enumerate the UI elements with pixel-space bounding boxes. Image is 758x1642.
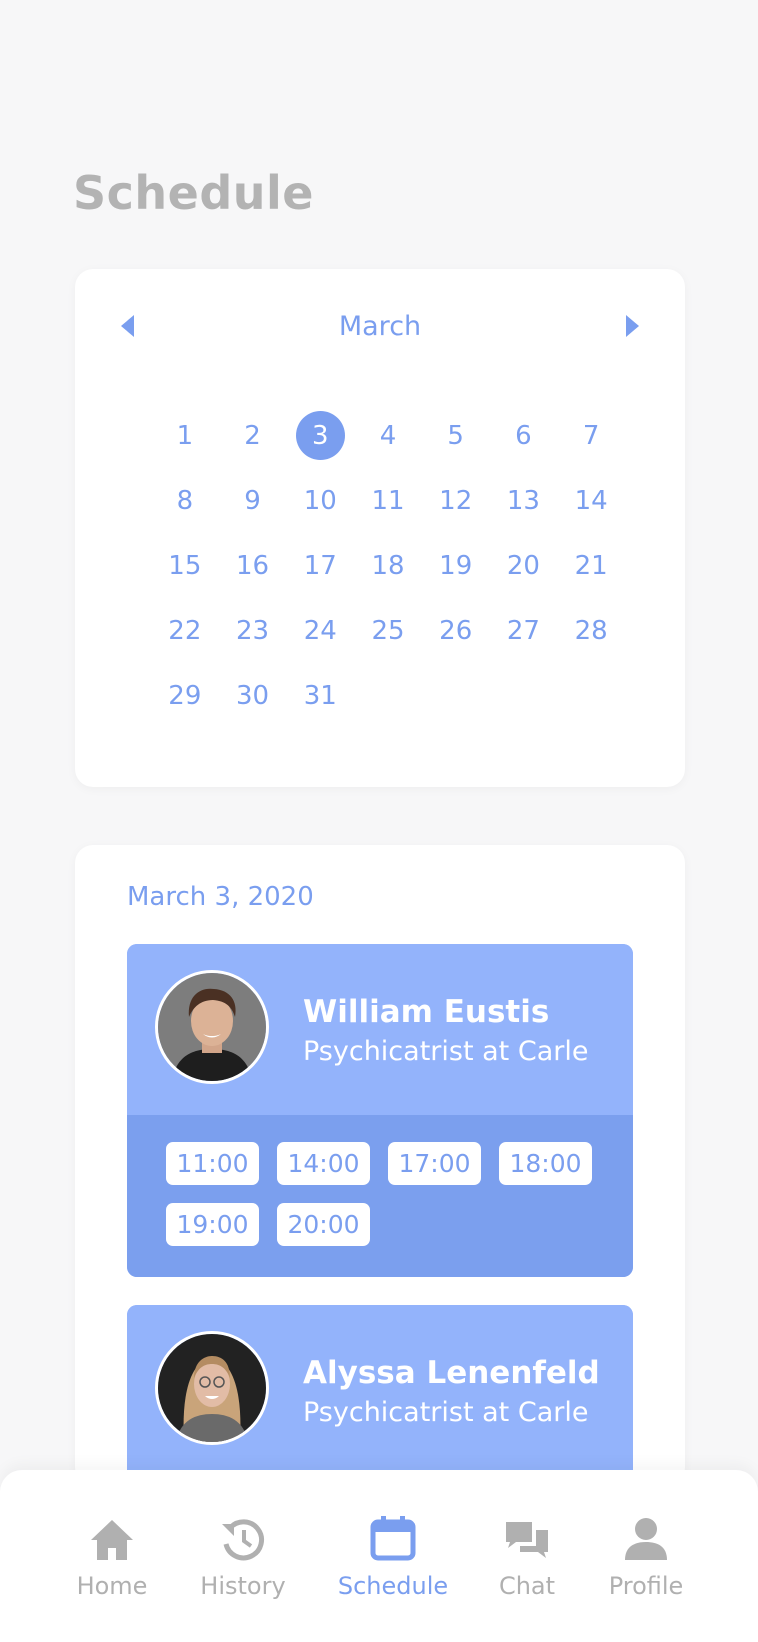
bottom-nav: Home History Schedule Chat Profile bbox=[0, 1470, 758, 1642]
calendar-day[interactable]: 6 bbox=[490, 411, 558, 460]
calendar-day-selected[interactable]: 3 bbox=[286, 411, 354, 460]
calendar-day[interactable]: 23 bbox=[219, 606, 287, 655]
nav-item-history[interactable]: History bbox=[183, 1514, 303, 1600]
time-slots: 11:00 14:00 17:00 18:00 19:00 20:00 bbox=[127, 1115, 633, 1277]
nav-label: Schedule bbox=[337, 1572, 449, 1600]
nav-item-home[interactable]: Home bbox=[52, 1514, 172, 1600]
nav-label: Chat bbox=[498, 1572, 556, 1600]
calendar-grid: 1 2 3 4 5 6 7 8 9 10 11 12 13 14 15 16 1… bbox=[151, 411, 625, 720]
nav-item-chat[interactable]: Chat bbox=[467, 1514, 587, 1600]
doctor-role: Psychicatrist at Carle bbox=[303, 1036, 589, 1067]
calendar-day[interactable]: 10 bbox=[286, 476, 354, 525]
time-slot-button[interactable]: 14:00 bbox=[277, 1142, 370, 1185]
calendar-day[interactable]: 4 bbox=[354, 411, 422, 460]
appointments-date: March 3, 2020 bbox=[127, 882, 314, 912]
appointments-card: March 3, 2020 William Eustis Psychicatri… bbox=[75, 845, 685, 1505]
calendar-day[interactable]: 24 bbox=[286, 606, 354, 655]
calendar-day[interactable]: 16 bbox=[219, 541, 287, 590]
doctor-name: Alyssa Lenenfeld bbox=[303, 1355, 600, 1391]
calendar-day[interactable]: 18 bbox=[354, 541, 422, 590]
calendar-day[interactable]: 9 bbox=[219, 476, 287, 525]
caret-right-icon[interactable] bbox=[626, 315, 639, 337]
avatar bbox=[155, 970, 269, 1084]
calendar-day[interactable]: 7 bbox=[557, 411, 625, 460]
doctor-role: Psychicatrist at Carle bbox=[303, 1397, 589, 1428]
history-icon bbox=[222, 1519, 264, 1561]
doctor-card[interactable]: William Eustis Psychicatrist at Carle 11… bbox=[127, 944, 633, 1277]
calendar-day[interactable]: 21 bbox=[557, 541, 625, 590]
doctor-header: William Eustis Psychicatrist at Carle bbox=[127, 944, 633, 1115]
nav-label: Profile bbox=[608, 1572, 684, 1600]
time-slot-button[interactable]: 19:00 bbox=[166, 1203, 259, 1246]
calendar-day[interactable]: 25 bbox=[354, 606, 422, 655]
calendar-day[interactable]: 17 bbox=[286, 541, 354, 590]
calendar-day[interactable]: 2 bbox=[219, 411, 287, 460]
calendar-month: March bbox=[338, 311, 422, 342]
calendar-day[interactable]: 31 bbox=[286, 671, 354, 720]
calendar-day[interactable]: 19 bbox=[422, 541, 490, 590]
calendar-day[interactable]: 15 bbox=[151, 541, 219, 590]
nav-label: Home bbox=[76, 1572, 148, 1600]
calendar-day[interactable]: 27 bbox=[490, 606, 558, 655]
doctor-name: William Eustis bbox=[303, 994, 550, 1030]
home-icon bbox=[91, 1520, 133, 1560]
chat-icon bbox=[506, 1522, 548, 1558]
page-title: Schedule bbox=[73, 166, 314, 220]
time-slot-button[interactable]: 17:00 bbox=[388, 1142, 481, 1185]
calendar-day[interactable]: 30 bbox=[219, 671, 287, 720]
calendar-day[interactable]: 22 bbox=[151, 606, 219, 655]
calendar-header: March bbox=[75, 305, 685, 345]
calendar-day[interactable]: 1 bbox=[151, 411, 219, 460]
person-icon bbox=[625, 1518, 667, 1560]
avatar bbox=[155, 1331, 269, 1445]
doctor-header: Alyssa Lenenfeld Psychicatrist at Carle bbox=[127, 1305, 633, 1476]
time-slot-button[interactable]: 11:00 bbox=[166, 1142, 259, 1185]
nav-item-profile[interactable]: Profile bbox=[586, 1514, 706, 1600]
calendar-card: March 1 2 3 4 5 6 7 8 9 10 11 12 13 14 1… bbox=[75, 269, 685, 787]
calendar-day[interactable]: 14 bbox=[557, 476, 625, 525]
calendar-day[interactable]: 20 bbox=[490, 541, 558, 590]
calendar-day[interactable]: 29 bbox=[151, 671, 219, 720]
calendar-day[interactable]: 12 bbox=[422, 476, 490, 525]
nav-label: History bbox=[200, 1572, 286, 1600]
calendar-day[interactable]: 28 bbox=[557, 606, 625, 655]
calendar-day[interactable]: 26 bbox=[422, 606, 490, 655]
calendar-day[interactable]: 8 bbox=[151, 476, 219, 525]
calendar-icon bbox=[370, 1516, 416, 1561]
calendar-day[interactable]: 11 bbox=[354, 476, 422, 525]
calendar-day[interactable]: 13 bbox=[490, 476, 558, 525]
nav-item-schedule[interactable]: Schedule bbox=[333, 1514, 453, 1600]
calendar-day[interactable]: 5 bbox=[422, 411, 490, 460]
time-slot-button[interactable]: 18:00 bbox=[499, 1142, 592, 1185]
time-slot-button[interactable]: 20:00 bbox=[277, 1203, 370, 1246]
